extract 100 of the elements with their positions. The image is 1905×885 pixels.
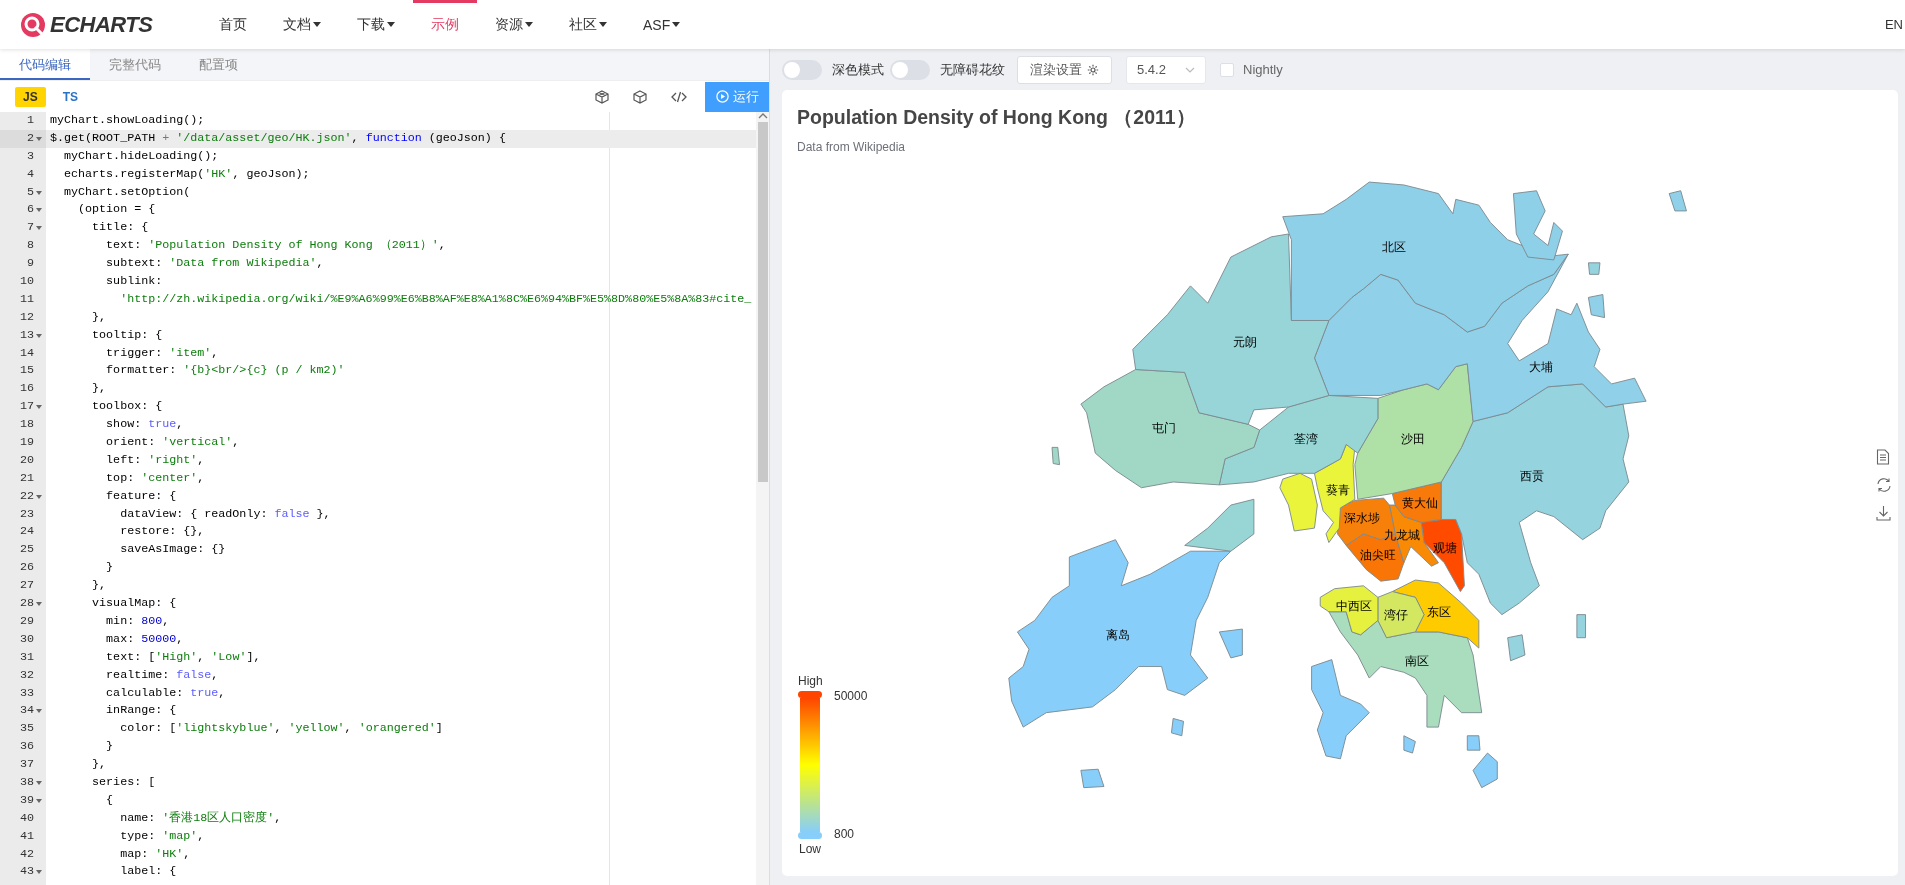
scrollbar[interactable] bbox=[756, 112, 769, 885]
fold-icon[interactable] bbox=[36, 136, 42, 141]
code-icon[interactable] bbox=[671, 90, 687, 103]
slider-handle[interactable] bbox=[798, 832, 822, 839]
line-number: 31 bbox=[19, 648, 34, 666]
line-number: 35 bbox=[19, 720, 34, 738]
district-label: 油尖旺 bbox=[1360, 547, 1397, 562]
code-line: saveAsImage: {} bbox=[119, 541, 227, 559]
nav-link[interactable]: 首页 bbox=[201, 0, 265, 49]
fold-icon[interactable] bbox=[36, 494, 42, 499]
code-line: } bbox=[105, 738, 115, 756]
nav-link[interactable]: 资源 bbox=[477, 0, 551, 49]
code-line: color: ['lightskyblue', 'yellow', 'orangered'] bbox=[119, 720, 444, 738]
island-shape[interactable] bbox=[1218, 628, 1243, 659]
district-label: 东区 bbox=[1427, 604, 1452, 619]
island-shape[interactable] bbox=[1587, 294, 1606, 319]
island-shape[interactable] bbox=[1080, 768, 1105, 789]
fold-icon[interactable] bbox=[36, 333, 42, 338]
fold-icon[interactable] bbox=[36, 226, 42, 231]
fold-icon[interactable] bbox=[36, 190, 42, 195]
line-number: 22 bbox=[19, 487, 34, 505]
district-label: 黄大仙 bbox=[1402, 496, 1438, 511]
island-shape[interactable] bbox=[1403, 735, 1416, 754]
nav-link[interactable]: 示例 bbox=[413, 0, 477, 49]
nav-link[interactable]: 下载 bbox=[339, 0, 413, 49]
district-label: 沙田 bbox=[1401, 432, 1426, 447]
district-label: 元朗 bbox=[1232, 335, 1257, 350]
district-label: 观塘 bbox=[1432, 540, 1457, 555]
line-number: 16 bbox=[19, 380, 34, 398]
toggle-switch[interactable] bbox=[890, 59, 930, 80]
code-line: series: [ bbox=[91, 773, 157, 791]
fold-icon[interactable] bbox=[36, 208, 42, 213]
version-select[interactable]: 5.4.2 bbox=[1126, 55, 1206, 84]
cube-icon[interactable] bbox=[595, 89, 609, 104]
line-number: 30 bbox=[19, 630, 34, 648]
language-tab[interactable]: TS bbox=[54, 86, 87, 107]
editor-tab[interactable]: 代码编辑 bbox=[0, 49, 90, 80]
fold-icon[interactable] bbox=[36, 405, 42, 410]
line-number: 20 bbox=[19, 451, 34, 469]
legend-label: High bbox=[798, 674, 822, 688]
line-number: 36 bbox=[19, 738, 34, 756]
line-number: 41 bbox=[19, 827, 34, 845]
scrollbar-thumb[interactable] bbox=[757, 122, 768, 482]
language-tab[interactable]: JS bbox=[15, 86, 46, 107]
code-line: }, bbox=[91, 577, 108, 595]
refresh-icon[interactable] bbox=[1876, 477, 1892, 493]
district-label: 九龙城 bbox=[1384, 528, 1421, 543]
island-shape[interactable] bbox=[1576, 614, 1586, 639]
checkbox-label: Nightly bbox=[1243, 62, 1283, 77]
nav-link[interactable]: ASF bbox=[625, 0, 699, 49]
slider-handle[interactable] bbox=[798, 691, 822, 698]
code-line: text: 'Population Density of Hong Kong （2011）', bbox=[105, 237, 447, 255]
download-icon[interactable] bbox=[1876, 505, 1891, 521]
island-shape[interactable] bbox=[1587, 262, 1601, 275]
district-label: 大埔 bbox=[1529, 359, 1554, 374]
island-shape[interactable] bbox=[1513, 190, 1563, 261]
island-shape[interactable] bbox=[1279, 472, 1318, 532]
toggle-switch[interactable] bbox=[782, 59, 822, 80]
code-line: text: ['High', 'Low'], bbox=[105, 648, 262, 666]
code-line: }, bbox=[91, 756, 108, 774]
scroll-up-icon[interactable] bbox=[757, 112, 768, 120]
code-line: echarts.registerMap('HK', geoJson); bbox=[63, 165, 311, 183]
line-number: 40 bbox=[19, 809, 34, 827]
nav-link[interactable]: 社区 bbox=[551, 0, 625, 49]
nav-link[interactable]: 文档 bbox=[265, 0, 339, 49]
code-line: title: { bbox=[91, 219, 150, 237]
line-number: 25 bbox=[19, 541, 34, 559]
island-shape[interactable] bbox=[1184, 498, 1255, 552]
cube-icon[interactable] bbox=[633, 89, 647, 104]
island-shape[interactable] bbox=[1507, 634, 1526, 662]
line-number: 32 bbox=[19, 666, 34, 684]
nightly-checkbox[interactable] bbox=[1220, 62, 1234, 77]
line-number: 39 bbox=[19, 791, 34, 809]
language-link[interactable]: EN bbox=[1884, 17, 1903, 32]
island-shape[interactable] bbox=[1668, 190, 1687, 212]
code-line: }, bbox=[91, 380, 108, 398]
island-shape[interactable] bbox=[1311, 659, 1370, 760]
island-shape[interactable] bbox=[1051, 446, 1060, 466]
fold-icon[interactable] bbox=[36, 798, 42, 803]
document-icon[interactable] bbox=[1876, 449, 1890, 465]
island-shape[interactable] bbox=[1466, 735, 1481, 751]
island-shape[interactable] bbox=[1170, 718, 1184, 737]
fold-icon[interactable] bbox=[36, 602, 42, 606]
district-shape[interactable] bbox=[1319, 585, 1379, 636]
line-number: 37 bbox=[19, 756, 34, 774]
line-number: 23 bbox=[19, 505, 34, 523]
fold-icon[interactable] bbox=[36, 780, 42, 785]
code-line: trigger: 'item', bbox=[105, 344, 220, 362]
chart-subtitle[interactable]: Data from Wikipedia bbox=[797, 140, 1883, 154]
island-shape[interactable] bbox=[1472, 752, 1498, 789]
render-settings-button[interactable]: 渲染设置 bbox=[1017, 55, 1112, 84]
line-number: 10 bbox=[19, 273, 34, 290]
fold-icon[interactable] bbox=[36, 709, 42, 714]
district-label: 屯门 bbox=[1151, 420, 1176, 435]
code-line: dataView: { readOnly: false }, bbox=[119, 505, 332, 523]
fold-icon[interactable] bbox=[36, 870, 42, 875]
district-label: 深水埗 bbox=[1344, 510, 1381, 525]
play-icon bbox=[715, 90, 729, 103]
code-line: 'http://zh.wikipedia.org/wiki/%E9%A6%99%E6%B8%AF%E8%A1%8C%E6%94%BF%E5%8D%80%E5%8A%83#cite_ bbox=[119, 290, 753, 308]
code-line: calculable: true, bbox=[105, 684, 227, 702]
